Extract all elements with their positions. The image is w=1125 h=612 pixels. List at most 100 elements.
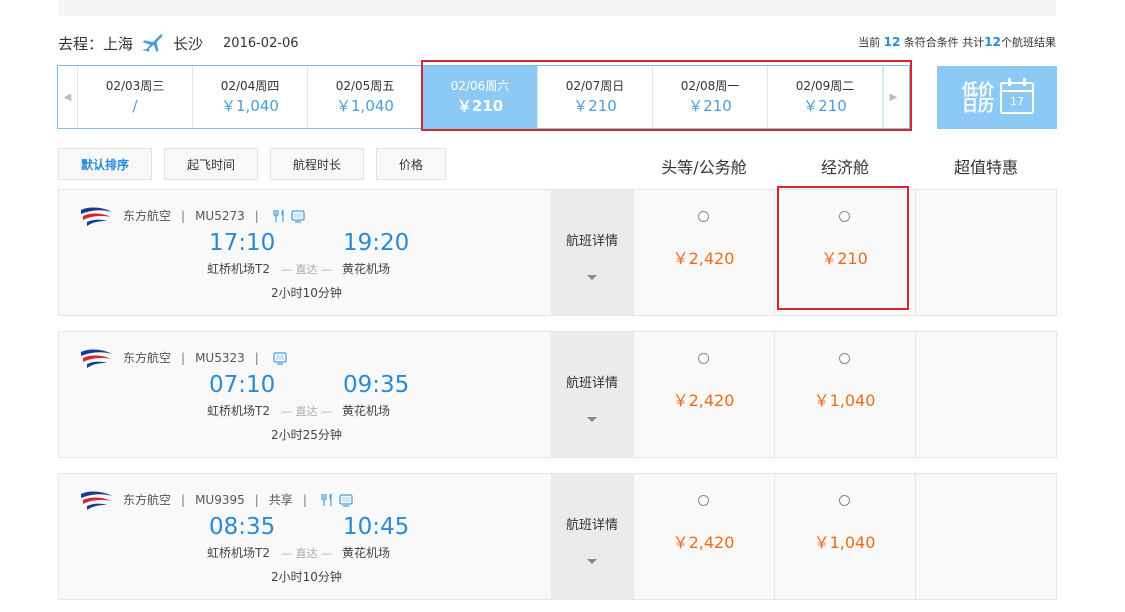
date-label: 02/06周六: [450, 79, 510, 93]
meal-icon: [273, 209, 284, 222]
date-cell[interactable]: 02/08周一 ￥210: [653, 66, 768, 128]
economy-price: ￥1,040: [813, 391, 876, 410]
departure-airport: 虹桥机场T2: [207, 546, 270, 560]
china-eastern-logo-icon: [81, 491, 112, 510]
china-eastern-logo-icon: [81, 349, 112, 368]
flight-detail-label: 航班详情: [565, 233, 618, 249]
date-cell[interactable]: 02/05周五 ￥1,040: [308, 66, 423, 128]
sort-duration-button[interactable]: 航程时长: [270, 148, 365, 180]
first-class-fare[interactable]: ￥2,420: [633, 474, 773, 599]
date-selector: ◀ 02/03周三 / 02/04周四 ￥1,040 02/05周五 ￥1,040 0…: [57, 65, 910, 129]
flight-meta: 东方航空 | MU5323 |: [123, 349, 287, 366]
column-special: 超值特惠: [953, 158, 1018, 177]
date-cell[interactable]: 02/07周日 ￥210: [538, 66, 653, 128]
economy-radio[interactable]: [839, 495, 850, 506]
flight-meta: 东方航空 | MU5273 |: [123, 207, 305, 224]
flight-detail-label: 航班详情: [565, 375, 618, 391]
flight-duration: 2小时10分钟: [271, 570, 342, 584]
first-class-price: ￥2,420: [672, 533, 735, 552]
date-label: 02/09周二: [795, 79, 855, 93]
economy-fare[interactable]: ￥210: [774, 190, 914, 315]
arrival-time: 10:45: [343, 514, 410, 540]
economy-fare[interactable]: ￥1,040: [774, 474, 914, 599]
date-price: ￥1,040: [221, 97, 279, 115]
arrival-airport: 黄花机场: [342, 546, 391, 560]
economy-fare[interactable]: ￥1,040: [774, 332, 914, 457]
sort-default-button[interactable]: 默认排序: [58, 148, 153, 180]
summary-suffix: 个航班结果: [1001, 36, 1056, 49]
economy-price: ￥210: [821, 249, 868, 268]
date-price: ￥210: [456, 97, 504, 115]
route-header: 去程：上海 长沙 2016-02-06: [58, 32, 299, 54]
flight-meta: 东方航空 | MU9395 | 共享 |: [123, 491, 353, 508]
summary-current-count: 12: [883, 35, 901, 49]
special-fare: [915, 190, 1055, 315]
first-class-fare[interactable]: ￥2,420: [633, 332, 773, 457]
date-label: 02/05周五: [335, 79, 395, 93]
entertainment-icon: [273, 351, 287, 365]
airline-name: 东方航空: [123, 493, 172, 507]
flight-row: 东方航空 | MU5273 | 17:10 19:20 虹桥机场T2 — 直达 — …: [58, 189, 1057, 316]
result-summary: 当前 12 条符合条件 共计12个航班结果: [858, 34, 1056, 50]
flight-row: 东方航空 | MU9395 | 共享 | 08:35 10:45 虹桥机场T2 — 直…: [58, 473, 1057, 600]
date-price: ￥1,040: [336, 97, 394, 115]
entertainment-icon: [339, 493, 353, 507]
flight-info: 东方航空 | MU5323 | 07:10 09:35 虹桥机场T2 — 直达 — …: [59, 332, 551, 457]
top-strip: [58, 0, 1056, 16]
chevron-down-icon: [587, 274, 597, 280]
first-class-radio[interactable]: [698, 495, 709, 506]
flight-detail-button[interactable]: 航班详情: [551, 190, 633, 315]
low-price-calendar-button[interactable]: 低价 日历 17: [937, 66, 1057, 129]
first-class-radio[interactable]: [698, 211, 709, 222]
date-price: /: [132, 97, 138, 115]
date-cell-selected[interactable]: 02/06周六 ￥210: [423, 66, 538, 128]
china-eastern-logo-icon: [81, 207, 112, 226]
direct-label: — 直达 —: [281, 263, 332, 276]
date-cell[interactable]: 02/04周四 ￥1,040: [193, 66, 308, 128]
direct-label: — 直达 —: [281, 547, 332, 560]
first-class-radio[interactable]: [698, 353, 709, 364]
meal-icon: [321, 493, 332, 506]
sort-bar: 默认排序 起飞时间 航程时长 价格: [58, 148, 458, 180]
departure-airport: 虹桥机场T2: [207, 404, 270, 418]
flight-detail-button[interactable]: 航班详情: [551, 474, 633, 599]
departure-time: 08:35: [209, 514, 276, 540]
next-dates-arrow[interactable]: ▶: [883, 66, 903, 128]
route-origin: 去程：上海: [58, 34, 134, 53]
calendar-label: 低价 日历: [960, 81, 996, 114]
codeshare-label: 共享: [268, 493, 293, 507]
date-price: ￥210: [803, 97, 847, 115]
first-class-fare[interactable]: ￥2,420: [633, 190, 773, 315]
date-label: 02/07周日: [565, 79, 625, 93]
column-first-class: 头等/公务舱: [661, 158, 747, 177]
departure-time: 17:10: [209, 230, 276, 256]
arrival-airport: 黄花机场: [342, 262, 391, 276]
flight-duration: 2小时25分钟: [271, 428, 342, 442]
prev-dates-arrow[interactable]: ◀: [58, 66, 78, 128]
first-class-price: ￥2,420: [672, 249, 735, 268]
airline-name: 东方航空: [123, 209, 172, 223]
flight-number: MU9395: [195, 492, 245, 507]
departure-time: 07:10: [209, 372, 276, 398]
summary-total-count: 12: [984, 35, 1001, 49]
sort-price-button[interactable]: 价格: [376, 148, 447, 180]
entertainment-icon: [291, 209, 305, 223]
chevron-down-icon: [587, 416, 597, 422]
airline-name: 东方航空: [123, 351, 172, 365]
date-cell[interactable]: 02/09周二 ￥210: [768, 66, 883, 128]
summary-prefix: 当前: [858, 36, 881, 49]
economy-radio[interactable]: [839, 211, 850, 222]
date-cell[interactable]: 02/03周三 /: [78, 66, 193, 128]
date-label: 02/04周四: [220, 79, 280, 93]
calendar-day: 17: [1010, 94, 1024, 108]
flight-info: 东方航空 | MU5273 | 17:10 19:20 虹桥机场T2 — 直达 — …: [59, 190, 551, 315]
column-economy: 经济舱: [820, 158, 869, 177]
arrival-time: 19:20: [343, 230, 410, 256]
flight-number: MU5273: [195, 208, 245, 223]
flight-detail-button[interactable]: 航班详情: [551, 332, 633, 457]
sort-departure-button[interactable]: 起飞时间: [164, 148, 259, 180]
economy-radio[interactable]: [839, 353, 850, 364]
flight-info: 东方航空 | MU9395 | 共享 | 08:35 10:45 虹桥机场T2 — 直…: [59, 474, 551, 599]
date-price: ￥210: [688, 97, 732, 115]
flight-detail-label: 航班详情: [565, 517, 618, 533]
